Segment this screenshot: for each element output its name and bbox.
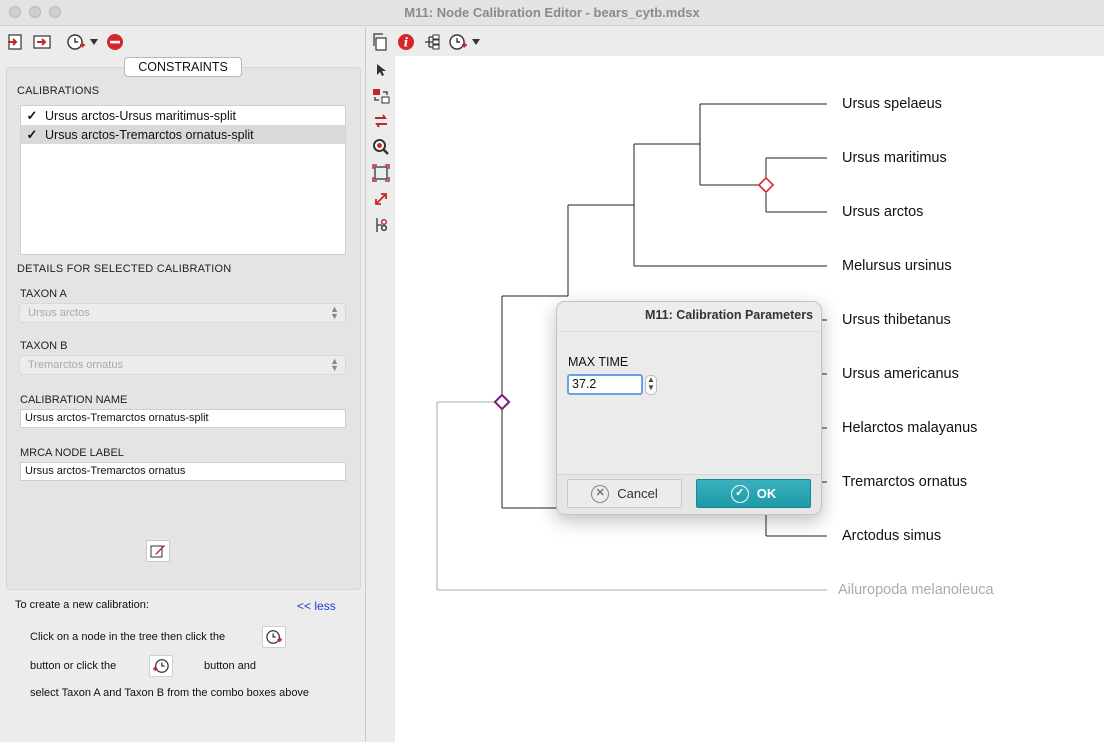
taxon-a-label: TAXON A [20,288,67,300]
tab-constraints[interactable]: CONSTRAINTS [124,57,242,77]
checkmark-icon: ✓ [730,484,749,503]
chevron-updown-icon: ▲ ▼ [330,304,339,321]
calibration-node-marker [493,393,511,411]
list-item[interactable]: ✓ Ursus arctos-Tremarctos ornatus-split [21,125,345,144]
checkbox[interactable]: ✓ [24,127,40,143]
taxon-label[interactable]: Ursus americanus [842,366,959,382]
taxon-label[interactable]: Arctodus simus [842,528,941,544]
dialog-title: M11: Calibration Parameters [644,308,814,322]
clock-plus-icon [266,630,282,644]
calibrations-heading: CALIBRATIONS [17,85,100,97]
calibration-label: Ursus arctos-Ursus maritimus-split [45,108,236,123]
taxon-label[interactable]: Ursus arctos [842,204,923,220]
edit-button[interactable] [146,540,170,562]
taxon-a-select[interactable]: Ursus arctos ▲ ▼ [19,303,346,323]
cancel-button-label: Cancel [617,486,658,501]
clock-history-icon [153,659,169,673]
taxon-b-label: TAXON B [20,340,68,352]
title-bar: M11: Node Calibration Editor - bears_cyt… [0,0,1104,26]
help-line-1: Click on a node in the tree then click t… [30,631,226,643]
checkbox[interactable]: ✓ [24,108,40,124]
taxon-label[interactable]: Ursus thibetanus [842,312,951,328]
taxon-label[interactable]: Melursus ursinus [842,258,952,274]
help-line-2b: button and [204,660,256,672]
ok-button[interactable]: ✓ OK [696,479,811,508]
mrca-label: MRCA NODE LABEL [20,447,124,459]
left-panel: CONSTRAINTS CALIBRATIONS ✓ Ursus arctos-… [0,27,366,742]
help-title: To create a new calibration: [15,599,149,611]
pencil-icon [150,545,165,558]
calibration-label: Ursus arctos-Tremarctos ornatus-split [45,127,254,142]
import-icon[interactable] [6,32,26,52]
taxon-label[interactable]: Ailuropoda melanoleuca [838,582,994,598]
taxon-label[interactable]: Helarctos malayanus [842,420,977,436]
taxon-b-select[interactable]: Tremarctos ornatus ▲ ▼ [19,355,346,375]
taxon-label[interactable]: Ursus spelaeus [842,96,942,112]
details-heading: DETAILS FOR SELECTED CALIBRATION [17,263,232,275]
taxon-a-value: Ursus arctos [28,307,90,319]
add-calibration-alt-button[interactable] [149,655,173,677]
dropdown-arrow-icon[interactable] [88,32,100,52]
ok-button-label: OK [756,486,777,501]
help-line-3: select Taxon A and Taxon B from the comb… [30,687,310,699]
chevron-down-icon[interactable]: ▼ [647,383,655,392]
help-line-2a: button or click the [30,660,117,672]
mrca-field[interactable]: Ursus arctos-Tremarctos ornatus [20,462,346,481]
calibration-node-marker [757,176,775,194]
chevron-updown-icon: ▲ ▼ [330,356,339,373]
cancel-button[interactable]: ✕ Cancel [567,479,682,508]
export-icon[interactable] [32,32,52,52]
dialog-body [557,331,821,474]
list-item[interactable]: ✓ Ursus arctos-Ursus maritimus-split [21,106,345,125]
max-time-input[interactable]: 37.2 [567,374,643,395]
taxon-b-value: Tremarctos ornatus [28,359,123,371]
add-calibration-help-button[interactable] [262,626,286,648]
calibration-name-label: CALIBRATION NAME [20,394,128,406]
calibrations-list[interactable]: ✓ Ursus arctos-Ursus maritimus-split ✓ U… [20,105,346,255]
add-calibration-icon[interactable] [66,32,86,52]
max-time-label: MAX TIME [568,355,629,369]
taxon-label[interactable]: Tremarctos ornatus [842,474,967,490]
app-window: M11: Node Calibration Editor - bears_cyt… [0,0,1104,742]
remove-calibration-icon[interactable] [105,32,125,52]
taxon-label[interactable]: Ursus maritimus [842,150,947,166]
less-link[interactable]: << less [297,599,336,613]
window-title: M11: Node Calibration Editor - bears_cyt… [404,5,700,20]
cancel-icon: ✕ [591,484,610,503]
max-time-stepper[interactable]: ▲ ▼ [645,375,657,395]
calibration-name-field[interactable]: Ursus arctos-Tremarctos ornatus-split [20,409,346,428]
calibration-parameters-dialog: M11: Calibration Parameters MAX TIME 37.… [556,301,822,515]
